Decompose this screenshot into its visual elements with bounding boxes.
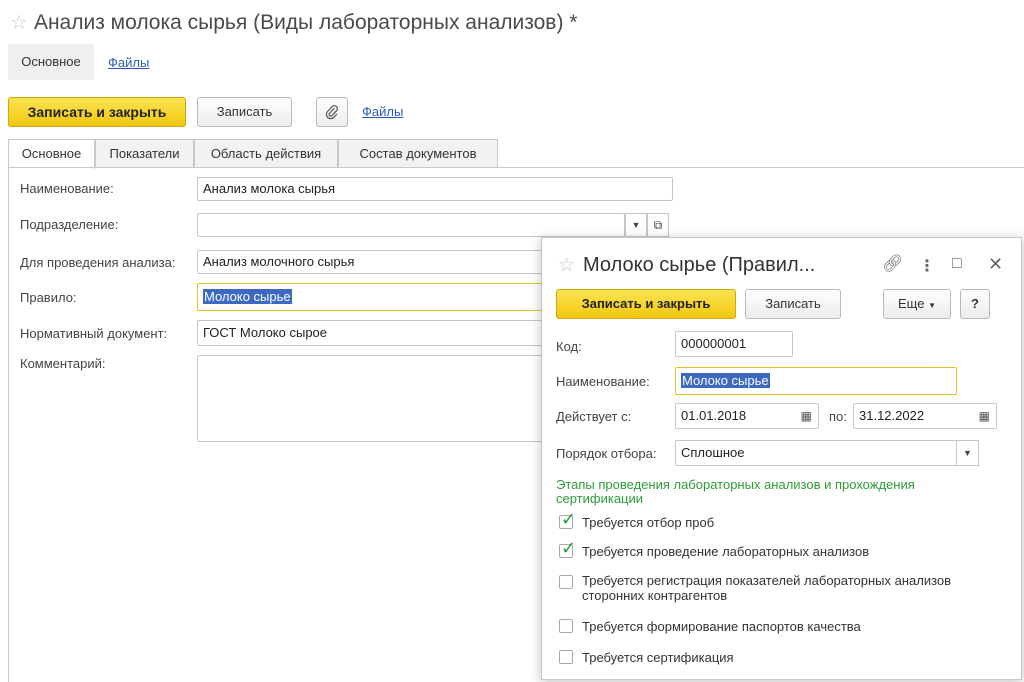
save-button[interactable]: Записать	[197, 97, 292, 127]
name-field[interactable]: Анализ молока сырья	[197, 177, 673, 201]
checkbox-third-party-label: Требуется регистрация показателей лабора…	[582, 573, 952, 603]
dialog-name-field[interactable]: Молоко сырье	[675, 367, 957, 395]
dialog-name-label: Наименование:	[556, 374, 650, 389]
window-title-text: Анализ молока сырья (Виды лабораторных а…	[33, 11, 578, 34]
tab-scope[interactable]: Область действия	[194, 139, 338, 168]
normdoc-label: Нормативный документ:	[20, 326, 168, 341]
window-title: ☆ Анализ молока сырья (Виды лабораторных …	[10, 10, 577, 35]
nav-main[interactable]: Основное	[8, 44, 94, 80]
help-button[interactable]: ?	[960, 289, 990, 319]
valid-to-field[interactable]: 31.12.2022 ▦	[853, 403, 997, 429]
form-left-border	[8, 167, 9, 682]
calendar-icon[interactable]: ▦	[979, 404, 990, 428]
save-and-close-button[interactable]: Записать и закрыть	[8, 97, 186, 127]
dialog-name-value: Молоко сырье	[681, 373, 770, 388]
chevron-down-icon: ▼	[631, 220, 641, 230]
tab-indicators[interactable]: Показатели	[95, 139, 194, 168]
more-actions-icon[interactable]: ⋮	[919, 256, 935, 276]
valid-from-field[interactable]: 01.01.2018 ▦	[675, 403, 819, 429]
dialog-save-button[interactable]: Записать	[745, 289, 841, 319]
rule-field-value: Молоко сырье	[203, 289, 292, 304]
link-icon[interactable]: 🔗︎	[882, 254, 904, 274]
chevron-down-icon: ▼	[928, 301, 936, 310]
checkmark-icon: ✓	[561, 509, 577, 529]
favorite-star-icon[interactable]: ☆	[558, 255, 575, 276]
valid-to-value: 31.12.2022	[859, 408, 925, 423]
purpose-label: Для проведения анализа:	[20, 255, 176, 270]
valid-to-label: по:	[829, 409, 847, 424]
code-label: Код:	[556, 339, 582, 354]
division-field[interactable]	[197, 213, 625, 237]
checkmark-icon: ✓	[561, 538, 577, 558]
more-button-label: Еще	[898, 296, 925, 311]
open-window-icon: ⧉	[653, 218, 663, 232]
close-icon[interactable]: ✕	[988, 254, 1003, 275]
dialog-title: ☆ Молоко сырье (Правил...	[558, 254, 815, 277]
division-dropdown-button[interactable]: ▼	[625, 213, 647, 237]
rule-dialog: ☆ Молоко сырье (Правил... 🔗︎ ⋮ □ ✕ Записа…	[541, 237, 1022, 680]
more-button[interactable]: Еще ▼	[883, 289, 951, 319]
selection-label: Порядок отбора:	[556, 446, 657, 461]
checkbox-lab-analyses-label: Требуется проведение лабораторных анализ…	[582, 544, 870, 559]
tab-main[interactable]: Основное	[8, 139, 95, 169]
checkbox-sampling-label: Требуется отбор проб	[582, 515, 715, 530]
checkbox-quality-passports[interactable]	[559, 619, 573, 633]
dialog-title-text: Молоко сырье (Правил...	[583, 254, 816, 276]
tab-documents[interactable]: Состав документов	[338, 139, 498, 168]
name-label: Наименование:	[20, 181, 114, 196]
selection-field[interactable]: Сплошное	[675, 440, 979, 466]
selection-dropdown-button[interactable]: ▼	[956, 440, 979, 466]
valid-from-label: Действует с:	[556, 409, 632, 424]
checkbox-certification[interactable]	[559, 650, 573, 664]
favorite-star-icon[interactable]: ☆	[10, 12, 28, 34]
toolbar-files-link[interactable]: Файлы	[362, 104, 403, 119]
division-open-button[interactable]: ⧉	[647, 213, 669, 237]
tab-divider	[8, 167, 1024, 168]
paperclip-icon	[325, 105, 338, 120]
checkbox-sampling[interactable]: ✓	[559, 509, 576, 529]
chevron-down-icon: ▼	[963, 448, 972, 458]
comment-field[interactable]	[197, 355, 547, 442]
maximize-icon[interactable]: □	[952, 255, 962, 273]
checkbox-third-party[interactable]	[559, 575, 573, 589]
rule-field[interactable]: Молоко сырье	[197, 283, 547, 311]
stages-heading: Этапы проведения лабораторных анализов и…	[556, 477, 915, 506]
comment-label: Комментарий:	[20, 356, 106, 371]
division-label: Подразделение:	[20, 217, 119, 232]
code-field[interactable]: 000000001	[675, 331, 793, 357]
checkbox-certification-label: Требуется сертификация	[582, 650, 734, 665]
purpose-field[interactable]: Анализ молочного сырья	[197, 250, 547, 274]
checkbox-lab-analyses[interactable]: ✓	[559, 538, 576, 558]
dialog-save-and-close-button[interactable]: Записать и закрыть	[556, 289, 736, 319]
attach-button[interactable]	[316, 97, 348, 127]
normdoc-field[interactable]: ГОСТ Молоко сырое	[197, 320, 547, 346]
rule-label: Правило:	[20, 290, 77, 305]
nav-files-link[interactable]: Файлы	[108, 55, 149, 70]
valid-from-value: 01.01.2018	[681, 408, 747, 423]
calendar-icon[interactable]: ▦	[801, 404, 812, 428]
checkbox-quality-passports-label: Требуется формирование паспортов качеств…	[582, 619, 861, 634]
